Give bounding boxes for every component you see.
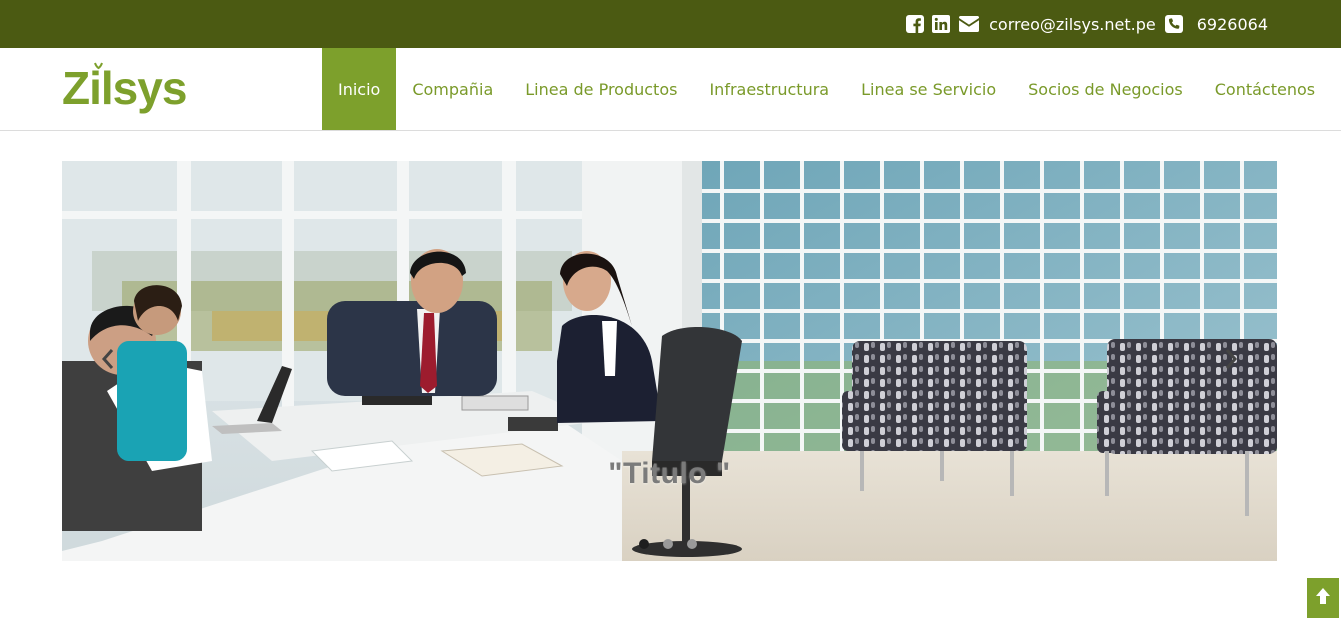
facebook-icon[interactable] xyxy=(906,15,925,33)
top-bar: correo@zilsys.net.pe 6926064 xyxy=(0,0,1341,48)
main-navbar: Zilsys Inicio Compañia Linea de Producto… xyxy=(0,48,1341,131)
nav-item-compania[interactable]: Compañia xyxy=(396,48,509,130)
nav-item-linea-se-servicio[interactable]: Linea se Servicio xyxy=(845,48,1012,130)
chevron-right-icon xyxy=(1224,348,1238,375)
nav-item-linea-de-productos[interactable]: Linea de Productos xyxy=(509,48,693,130)
carousel-prev-button[interactable] xyxy=(94,347,122,375)
svg-text:Zilsys: Zilsys xyxy=(62,62,186,114)
envelope-icon xyxy=(958,16,980,32)
contact-phone[interactable]: 6926064 xyxy=(1197,15,1268,34)
nav-item-inicio[interactable]: Inicio xyxy=(322,48,397,130)
nav-item-contactenos[interactable]: Contáctenos xyxy=(1199,48,1331,130)
hero-carousel: "Titulo " xyxy=(62,161,1277,561)
nav-menu: Inicio Compañia Linea de Productos Infra… xyxy=(322,48,1331,130)
office-meeting-photo xyxy=(62,161,1277,561)
carousel-indicator-3[interactable] xyxy=(687,539,697,549)
carousel-next-button[interactable] xyxy=(1217,347,1245,375)
chevron-left-icon xyxy=(101,348,115,375)
nav-item-infraestructura[interactable]: Infraestructura xyxy=(693,48,845,130)
carousel-indicator-2[interactable] xyxy=(663,539,673,549)
slide-caption: "Titulo " xyxy=(608,457,731,490)
carousel-indicator-1[interactable] xyxy=(639,539,649,549)
phone-icon xyxy=(1164,15,1183,33)
zilsys-logo[interactable]: Zilsys xyxy=(62,52,192,122)
back-to-top-button[interactable] xyxy=(1307,578,1339,618)
arrow-up-icon xyxy=(1314,586,1332,611)
linkedin-icon[interactable] xyxy=(932,15,951,33)
nav-item-socios-de-negocios[interactable]: Socios de Negocios xyxy=(1012,48,1199,130)
contact-email[interactable]: correo@zilsys.net.pe xyxy=(989,15,1156,34)
carousel-indicators xyxy=(639,539,697,549)
contact-info: correo@zilsys.net.pe 6926064 xyxy=(906,0,1268,48)
